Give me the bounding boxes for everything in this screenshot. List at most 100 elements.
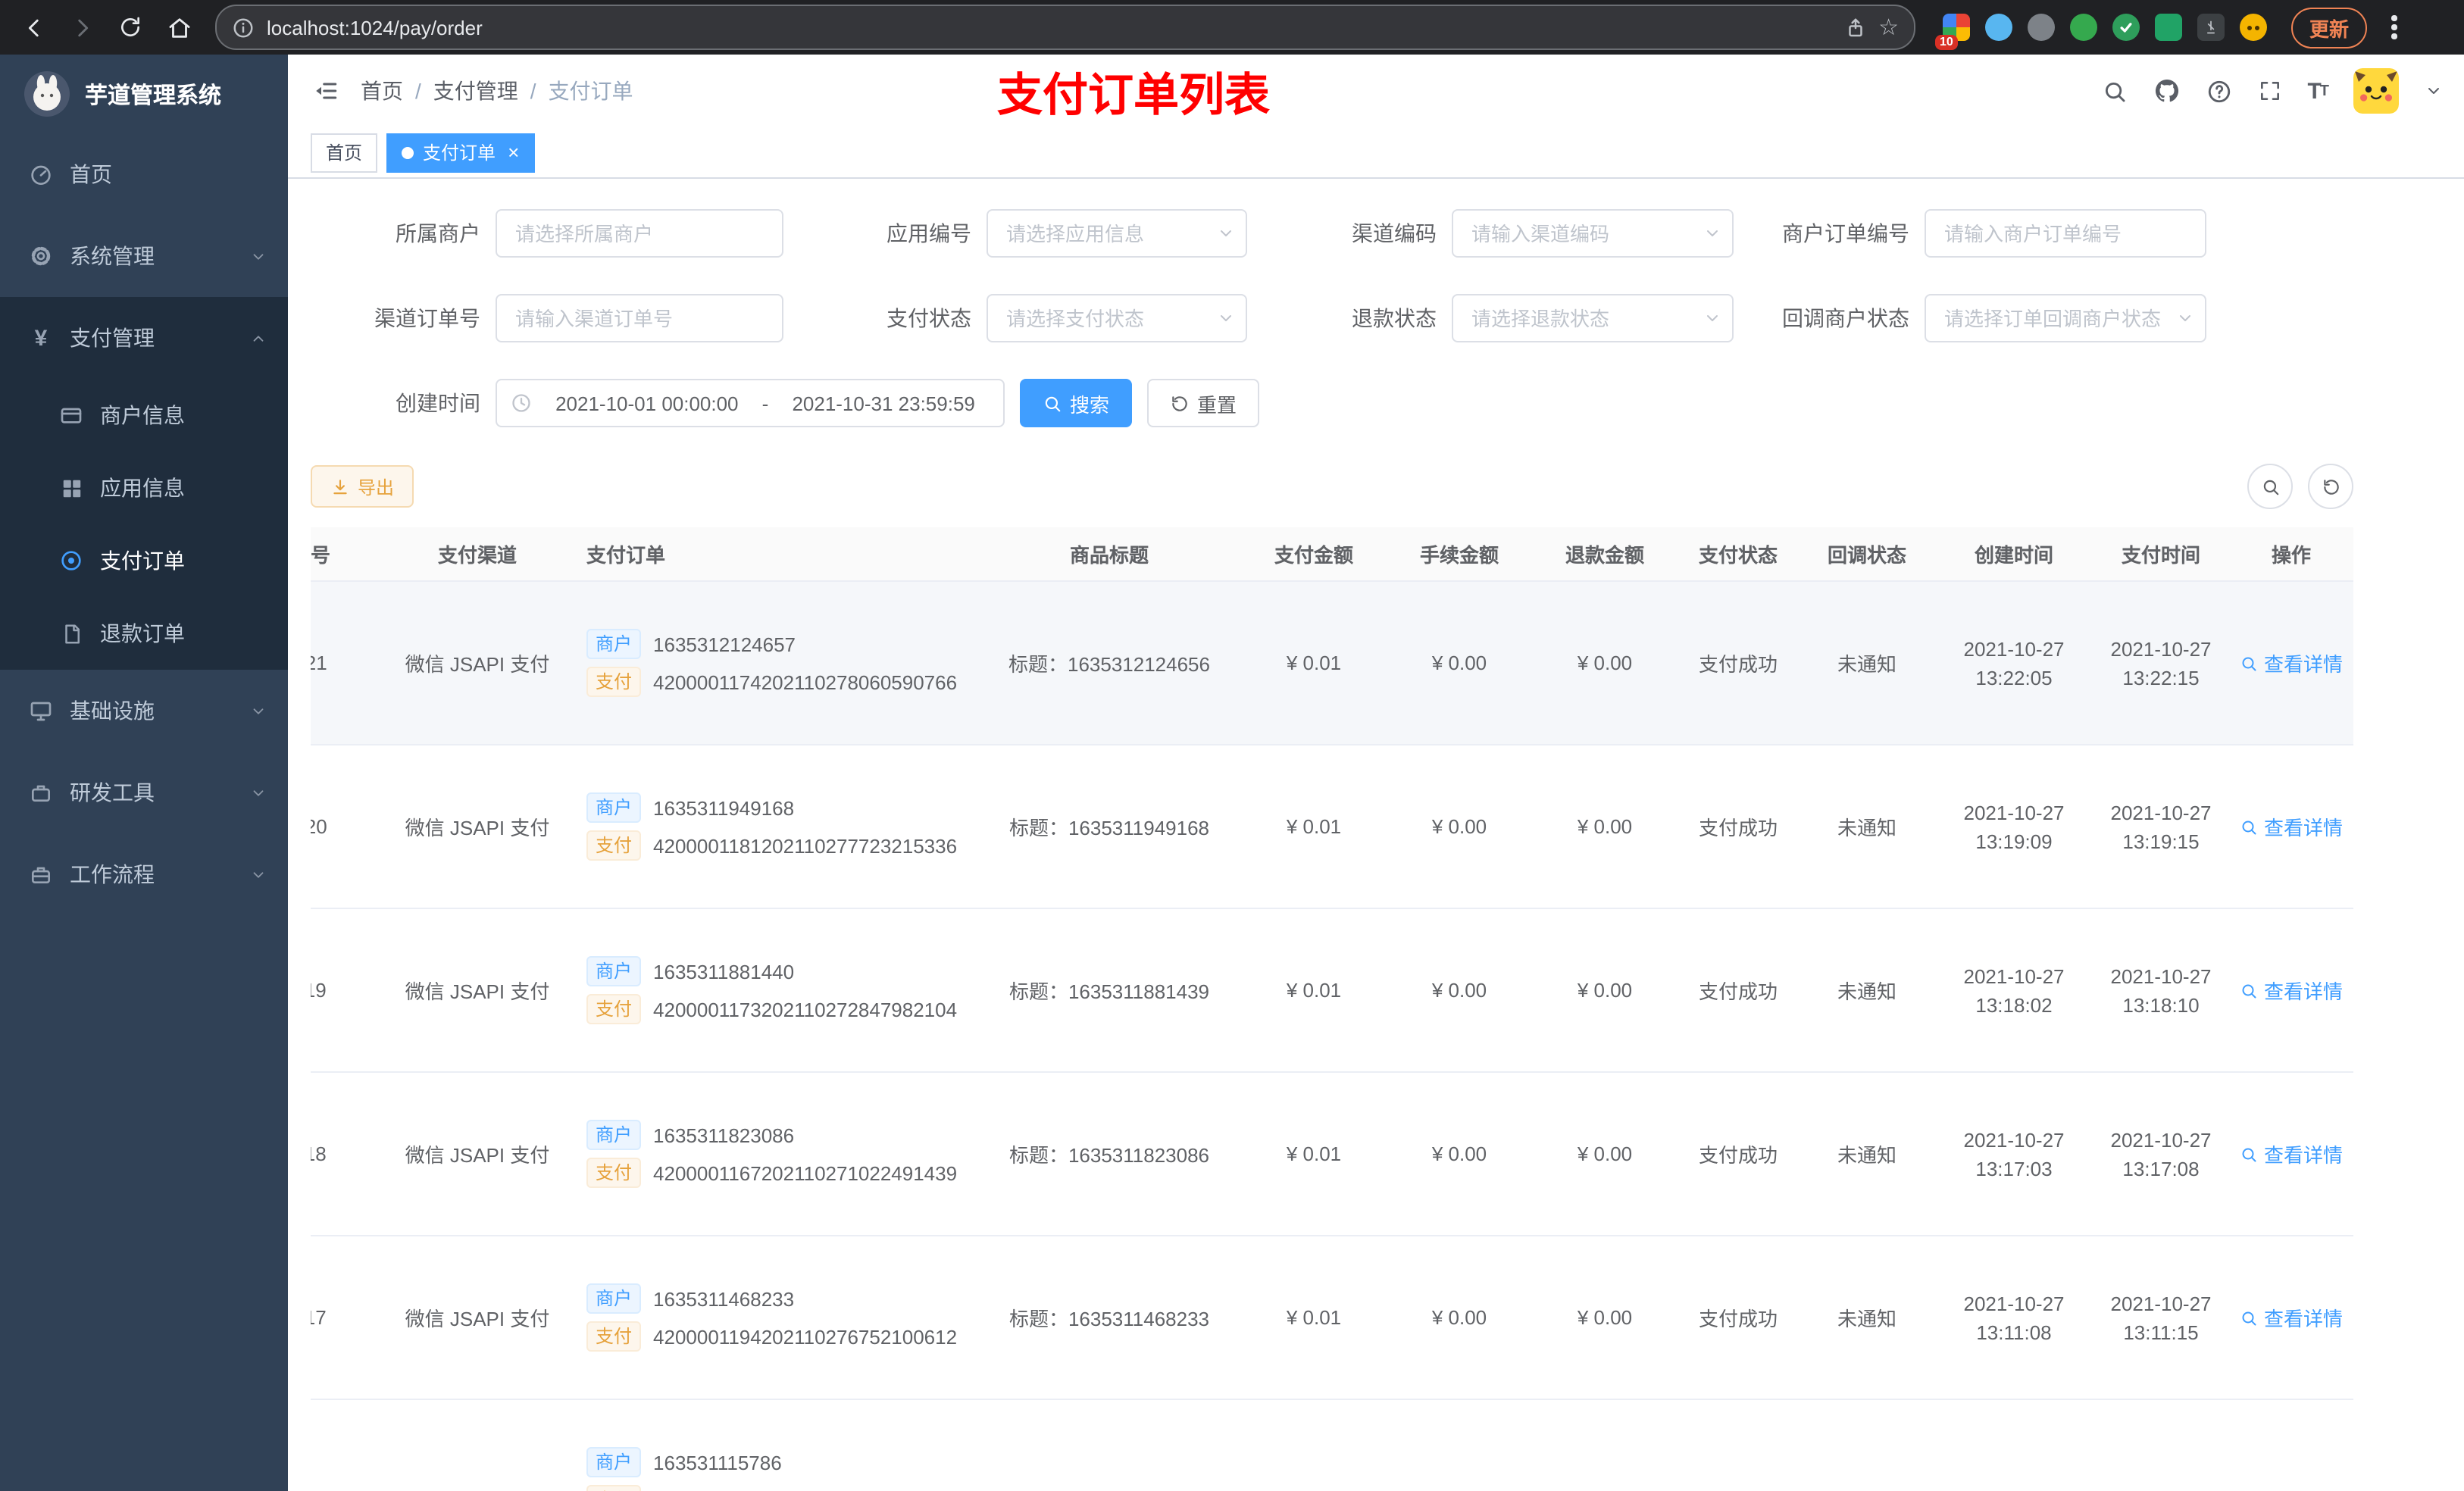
extension-icon[interactable] [2028, 14, 2055, 41]
pay-order-no: 4200001174202110278060590766 [653, 670, 958, 693]
product-title: 标题：1635311468233 [977, 1236, 1241, 1400]
refund-amount: ¥ 0.00 [1532, 581, 1678, 746]
pay-time [2093, 1399, 2229, 1491]
breadcrumb-item-home[interactable]: 首页 [361, 76, 403, 106]
product-title: 标题：1635311823086 [977, 1072, 1241, 1236]
extension-icon[interactable] [1985, 14, 2012, 41]
merchant-tag: 商户 [586, 956, 642, 986]
pay-status-select[interactable] [987, 294, 1247, 342]
github-icon[interactable] [2153, 77, 2180, 105]
view-detail-link[interactable]: 查看详情 [2240, 1303, 2343, 1332]
sidebar-item-app-info[interactable]: 应用信息 [0, 452, 288, 524]
pay-order-no: 4200001181202110277723215336 [653, 834, 958, 857]
channel-code-select[interactable] [1452, 209, 1734, 258]
help-icon[interactable] [2206, 78, 2231, 104]
export-button[interactable]: 导出 [311, 465, 414, 508]
extension-icon[interactable]: 10 [1935, 14, 1970, 50]
refund-amount: ¥ 0.00 [1532, 1072, 1678, 1236]
sidebar-item-pay-order[interactable]: 支付订单 [0, 524, 288, 597]
order-cell: 商户 1635311468233 支付 4200001194202110276752… [586, 1236, 977, 1400]
search-button-label: 搜索 [1070, 393, 1110, 416]
pay-order-no: 4200001167202110271022491439 [653, 1161, 958, 1184]
callback-status-select[interactable] [1925, 294, 2206, 342]
app-logo[interactable]: 芋道管理系统 [0, 55, 288, 133]
callback-status: 未通知 [1799, 745, 1935, 909]
tags-view-bar: 首页 支付订单 × [288, 127, 2464, 179]
sidebar-item-merchant-info[interactable]: 商户信息 [0, 379, 288, 452]
channel-order-no-input[interactable] [496, 294, 783, 342]
pay-channel: 微信 JSAPI 支付 [368, 908, 586, 1073]
tab-close-icon[interactable]: × [508, 142, 519, 162]
site-info-icon[interactable] [232, 16, 255, 39]
view-detail-link[interactable]: 查看详情 [2240, 812, 2343, 841]
column-header: 支付时间 [2093, 527, 2229, 582]
browser-toolbar: localhost:1024/pay/order ☆ 10 更新 [0, 0, 2464, 55]
merchant-input[interactable] [496, 209, 783, 258]
product-title: 标题：1635311881439 [977, 908, 1241, 1073]
browser-reload-button[interactable] [109, 6, 152, 48]
create-time-range-picker[interactable]: 2021-10-01 00:00:00 - 2021-10-31 23:59:5… [496, 379, 1005, 427]
field-label: 所属商户 [396, 221, 480, 245]
tab-pay-order[interactable]: 支付订单 × [386, 133, 535, 172]
address-bar[interactable]: localhost:1024/pay/order ☆ [215, 5, 1915, 50]
sidebar-item-dev-tools[interactable]: 研发工具 [0, 752, 288, 833]
sidebar-item-payment[interactable]: ¥ 支付管理 [0, 297, 288, 379]
extension-icon[interactable] [2070, 14, 2097, 41]
view-detail-link[interactable]: 查看详情 [2240, 976, 2343, 1005]
search-button[interactable]: 搜索 [1020, 379, 1133, 427]
sidebar-item-label: 首页 [70, 162, 112, 186]
breadcrumb-item-payment[interactable]: 支付管理 [433, 76, 518, 106]
extension-icon[interactable] [2155, 14, 2182, 41]
share-icon[interactable] [1843, 16, 1866, 39]
top-navbar: 首页 / 支付管理 / 支付订单 支付订单列表 TT [288, 55, 2464, 127]
sidebar-item-system[interactable]: 系统管理 [0, 215, 288, 297]
app-select[interactable] [987, 209, 1247, 258]
extension-icon[interactable] [2197, 14, 2225, 41]
merchant-order-no-input[interactable] [1925, 209, 2206, 258]
font-size-icon[interactable]: TT [2307, 78, 2329, 104]
extension-icon[interactable] [2112, 14, 2140, 41]
reset-button[interactable]: 重置 [1147, 379, 1260, 427]
view-detail-link[interactable]: 查看详情 [2240, 1139, 2343, 1168]
view-detail-link[interactable]: 查看详情 [2240, 649, 2343, 677]
extension-icon[interactable] [2240, 14, 2267, 41]
browser-forward-button[interactable] [61, 6, 103, 48]
user-dropdown-caret-icon[interactable] [2425, 82, 2443, 100]
pay-time: 2021-10-27 13:17:08 [2093, 1072, 2229, 1236]
target-icon [58, 549, 85, 573]
hide-search-button[interactable] [2247, 464, 2293, 509]
column-header: 支付状态 [1678, 527, 1799, 582]
merchant-tag: 商户 [586, 1447, 642, 1477]
fullscreen-icon[interactable] [2257, 79, 2281, 103]
table-row: 118 微信 JSAPI 支付 商户 1635311823086 支付 420000… [311, 1072, 2353, 1236]
chrome-update-button[interactable]: 更新 [2291, 7, 2368, 48]
sidebar-item-infrastructure[interactable]: 基础设施 [0, 670, 288, 752]
sidebar-item-label: 系统管理 [70, 244, 155, 268]
sidebar-item-workflow[interactable]: 工作流程 [0, 833, 288, 915]
refund-status-select[interactable] [1452, 294, 1734, 342]
field-label: 商户订单编号 [1782, 221, 1909, 245]
order-id [311, 1399, 368, 1491]
table-row: 120 微信 JSAPI 支付 商户 1635311949168 支付 420000… [311, 745, 2353, 909]
chevron-down-icon [250, 784, 267, 801]
table-header-row: 编号 支付渠道 支付订单 商品标题 支付金额 手续金额 退款金额 支付状态 回调… [311, 527, 2353, 582]
sidebar-item-home[interactable]: 首页 [0, 133, 288, 215]
refund-amount [1532, 1399, 1678, 1491]
sidebar-item-refund-order[interactable]: 退款订单 [0, 597, 288, 670]
user-avatar[interactable] [2353, 68, 2399, 114]
sidebar-item-label: 支付管理 [70, 326, 155, 350]
browser-home-button[interactable] [158, 6, 200, 48]
browser-menu-icon[interactable] [2391, 15, 2397, 39]
column-header: 回调状态 [1799, 527, 1935, 582]
sidebar-toggle-icon[interactable] [312, 77, 339, 105]
tab-home[interactable]: 首页 [311, 133, 378, 172]
search-icon[interactable] [2101, 78, 2127, 104]
monitor-icon [27, 699, 55, 723]
merchant-order-no: 1635311881440 [653, 960, 795, 983]
browser-back-button[interactable] [12, 6, 55, 48]
bookmark-star-icon[interactable]: ☆ [1878, 16, 1899, 39]
grid-icon [58, 477, 85, 499]
order-cell: 商户 1635311881440 支付 4200001173202110272847… [586, 908, 977, 1073]
refresh-button[interactable] [2308, 464, 2353, 509]
pay-time: 2021-10-27 13:22:15 [2093, 581, 2229, 746]
